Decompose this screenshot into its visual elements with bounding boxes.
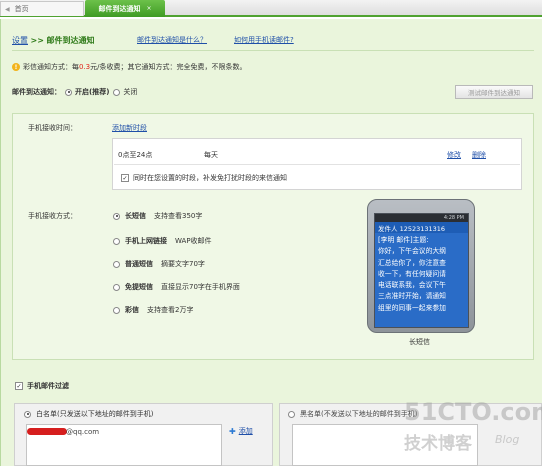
method-desc: 支持查看2万字 [147, 306, 194, 314]
method-option[interactable]: 免提短信 直接显示70字在手机界面 [113, 282, 240, 292]
method-desc: 直接显示70字在手机界面 [161, 283, 240, 291]
close-icon[interactable]: × [146, 5, 151, 12]
notify-off-radio[interactable] [113, 88, 121, 96]
tab-home-label: 首页 [14, 5, 29, 13]
message-line: 三点准时开始，请通知 [378, 292, 446, 301]
add-icon: ✚ [229, 426, 236, 436]
message-line: 电话联系我，会议下午 [378, 281, 446, 290]
whitelist-label: 白名单(只发送以下地址的邮件到手机) [36, 410, 154, 418]
method-option[interactable]: 普通短信 摘要文字70字 [113, 259, 205, 269]
triangle-icon: ◀ [5, 5, 10, 13]
receive-method-label: 手机接收方式： [28, 212, 77, 220]
whitelist-email[interactable]: @qq.com [66, 428, 99, 436]
phone-screen: 4:28 PM 发件人 12523131316 [李明 邮件]主题: 你好，下午… [374, 213, 469, 328]
resend-option: ✓ 同时在您设置的时段，补发免打扰时段的来信通知 [121, 173, 287, 183]
notify-on-label: 开启(推荐) [75, 88, 110, 96]
fee-suffix: 元/条收费；其它通知方式：完全免费，不限条数。 [90, 63, 247, 71]
method-radio[interactable] [113, 283, 120, 291]
message-line: 汇总给你了，你注意查 [378, 258, 446, 267]
watermark-cn: 技术博客 [404, 434, 472, 454]
redacted-mark [27, 428, 67, 435]
method-desc: 支持查看350字 [154, 212, 203, 220]
fee-notice: ! 彩信通知方式：每 0.3 元/条收费；其它通知方式：完全免费，不限条数。 [12, 62, 247, 72]
message-line: 你好，下午会议的大纲 [378, 247, 446, 256]
help-what-link[interactable]: 邮件到达通知是什么？ [137, 35, 207, 45]
notify-toggle-row: 邮件到达通知： 开启(推荐) 关闭 [12, 87, 137, 97]
notify-label: 邮件到达通知： [12, 88, 61, 96]
filter-checkbox[interactable]: ✓ [15, 382, 23, 390]
blacklist-label: 黑名单(不发送以下地址的邮件到手机) [300, 410, 418, 418]
message-line: [李明 邮件]主题: [378, 236, 429, 244]
method-name: 免提短信 [125, 283, 153, 291]
tab-bar: ◀ 首页 邮件到达通知 × [0, 0, 542, 17]
watermark-blog: Blog [495, 433, 520, 446]
method-radio[interactable] [113, 306, 120, 314]
page-title: 邮件到达通知 [46, 36, 95, 45]
breadcrumb-separator: >> [30, 36, 44, 45]
tab-mail-notify-label: 邮件到达通知 [98, 4, 141, 13]
message-line: 组里的同事一起来参加 [378, 303, 446, 312]
tab-mail-notify[interactable]: 邮件到达通知 × [85, 0, 165, 17]
method-name: 彩信 [125, 306, 139, 314]
method-name: 长短信 [125, 212, 146, 220]
method-radio[interactable] [113, 260, 120, 268]
phone-message: [李明 邮件]主题: 你好，下午会议的大纲 汇总给你了，你注意查 收一下，有任何… [375, 233, 468, 327]
help-how-link[interactable]: 如何用手机读邮件? [234, 35, 294, 45]
mail-filter-row: ✓ 手机邮件过滤 [15, 381, 69, 391]
whitelist-radio[interactable] [24, 410, 31, 418]
phone-sender: 发件人 12523131316 [375, 222, 468, 233]
message-line: 收一下，有任何疑问请 [378, 269, 446, 278]
breadcrumb-settings-link[interactable]: 设置 [12, 36, 28, 45]
blacklist-radio[interactable] [288, 410, 295, 418]
add-time-slot-link[interactable]: 添加新时段 [112, 123, 147, 133]
resend-checkbox[interactable]: ✓ [121, 174, 129, 182]
tab-home[interactable]: ◀ 首页 [0, 1, 84, 16]
fee-price: 0.3 [79, 63, 91, 71]
divider [12, 50, 534, 51]
time-slot-divider [114, 164, 520, 165]
test-notify-button[interactable]: 测试邮件到达通知 [455, 85, 533, 99]
receive-time-label: 手机接收时间： [28, 124, 77, 132]
method-name: 手机上网链接 [125, 237, 167, 245]
phone-caption: 长短信 [409, 338, 430, 346]
method-name: 普通短信 [125, 260, 153, 268]
method-option[interactable]: 长短信 支持查看350字 [113, 211, 202, 221]
edit-slot-link[interactable]: 修改 [447, 150, 461, 160]
watermark-site: 51CTO.com [404, 398, 542, 426]
whitelist-header: 白名单(只发送以下地址的邮件到手机) [24, 409, 153, 419]
method-option[interactable]: 手机上网链接 WAP收邮件 [113, 236, 212, 246]
fee-prefix: 彩信通知方式：每 [23, 63, 79, 71]
method-desc: 摘要文字70字 [161, 260, 205, 268]
blacklist-header: 黑名单(不发送以下地址的邮件到手机) [288, 409, 417, 419]
notify-off-label: 关闭 [123, 88, 138, 96]
breadcrumb: 设置 >> 邮件到达通知 [12, 35, 95, 46]
method-option[interactable]: 彩信 支持查看2万字 [113, 305, 193, 315]
add-whitelist-link[interactable]: ✚ 添加 [229, 426, 253, 436]
method-radio[interactable] [113, 237, 120, 245]
method-radio[interactable] [113, 212, 120, 220]
time-slot-range: 0点至24点 [118, 151, 153, 159]
add-whitelist-label[interactable]: 添加 [239, 426, 253, 436]
delete-slot-link[interactable]: 删除 [472, 150, 486, 160]
method-desc: WAP收邮件 [175, 237, 212, 245]
resend-checkbox-label: 同时在您设置的时段，补发免打扰时段的来信通知 [133, 174, 287, 182]
notify-on-radio[interactable] [65, 88, 72, 96]
filter-label: 手机邮件过滤 [27, 382, 69, 390]
info-icon: ! [12, 63, 20, 71]
phone-status-bar: 4:28 PM [375, 214, 468, 222]
time-slot-days: 每天 [204, 151, 218, 159]
